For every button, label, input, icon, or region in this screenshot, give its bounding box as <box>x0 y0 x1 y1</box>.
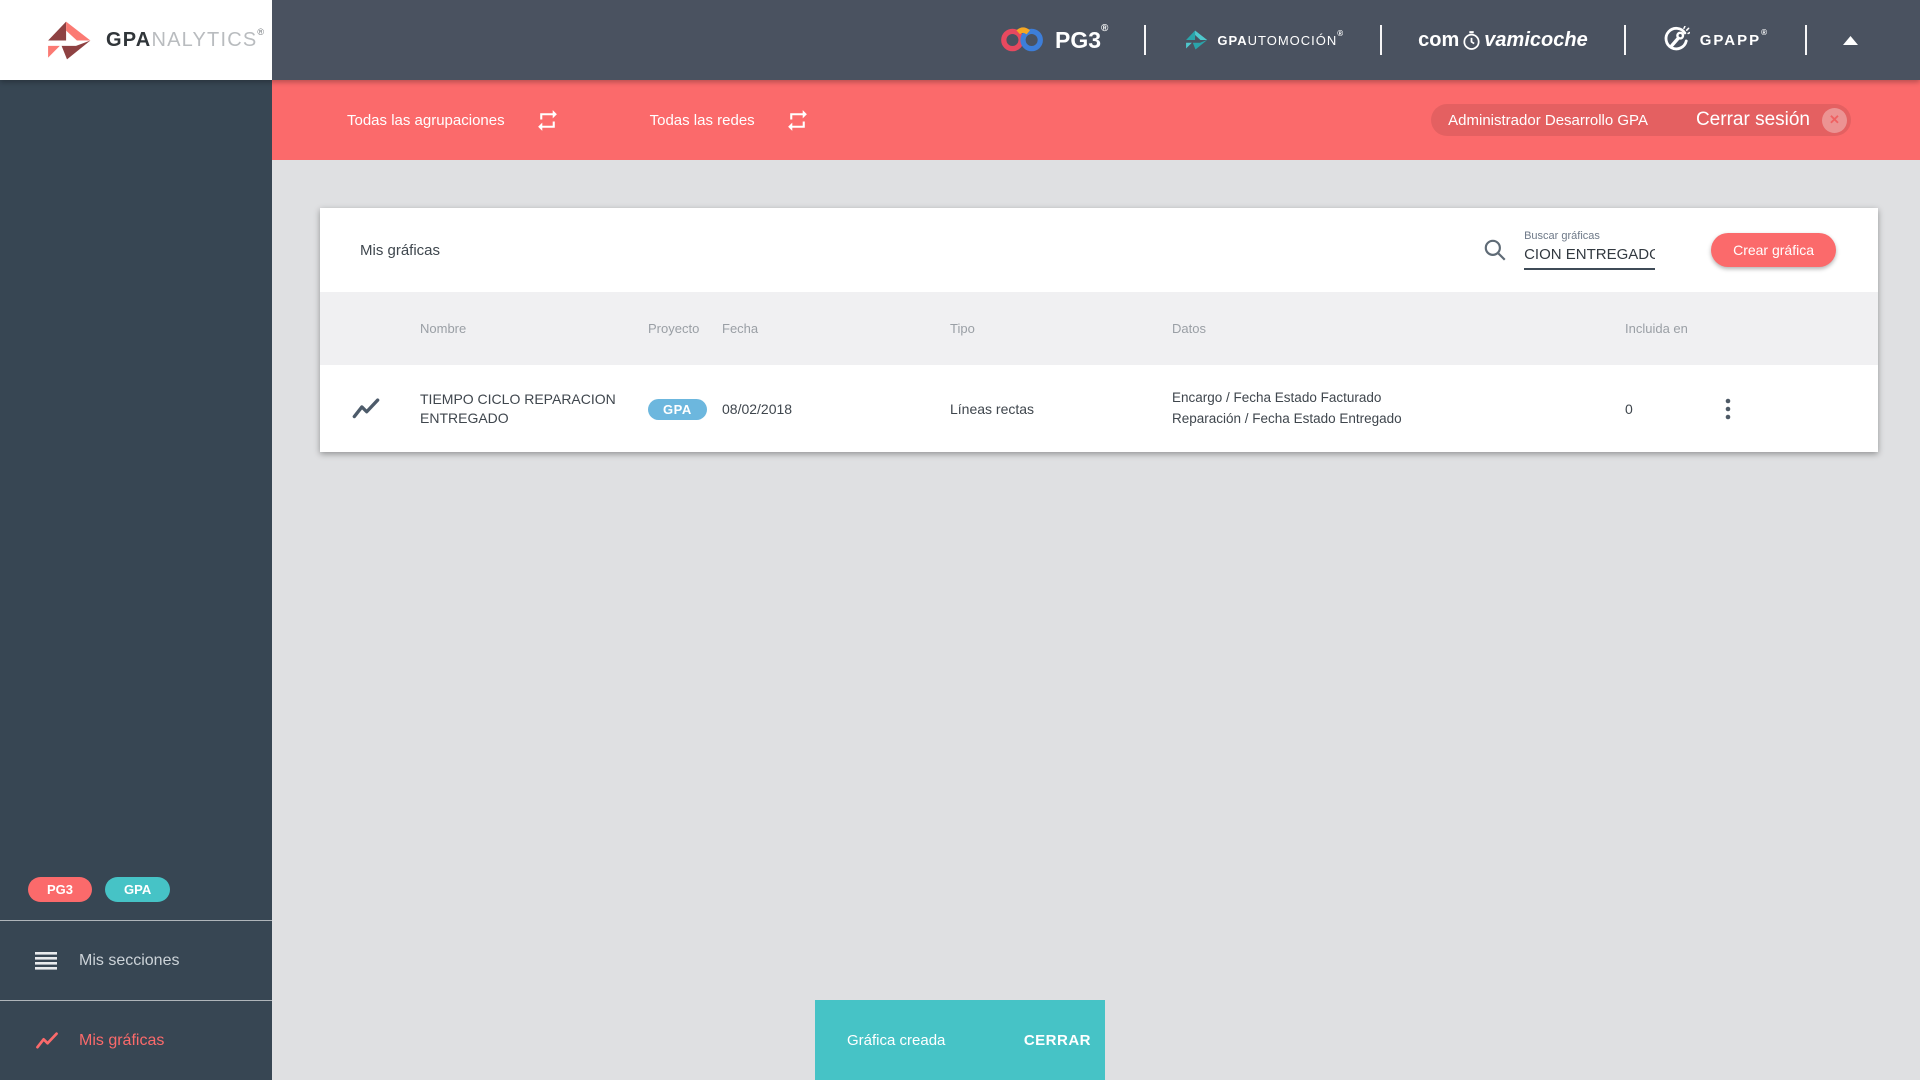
gpautomocion-logo-text: GPAUTOMOCIÓN® <box>1217 28 1345 48</box>
column-header-incluida-en: Incluida en <box>1625 321 1688 336</box>
column-header-fecha: Fecha <box>722 321 759 336</box>
pg3-infinity-icon <box>1001 27 1043 52</box>
cell-datos: Encargo / Fecha Estado Facturado Reparac… <box>1172 388 1621 429</box>
graficas-card: Mis gráficas Buscar gráficas CION ENTREG… <box>320 208 1878 452</box>
clock-icon <box>1461 30 1482 51</box>
gpautomocion-logo-icon <box>1186 30 1208 50</box>
sidebar-badges: PG3 GPA <box>0 877 272 920</box>
search-field-label: Buscar gráficas <box>1524 230 1600 242</box>
toast-snackbar: Gráfica creada CERRAR <box>815 1000 1105 1080</box>
datos-line: Reparación / Fecha Estado Entregado <box>1172 410 1402 426</box>
cell-fecha: 08/02/2018 <box>722 400 793 417</box>
table-row[interactable]: TIEMPO CICLO REPARACION ENTREGADO GPA 08… <box>320 365 1878 452</box>
topbar-app-logos: PG3® GPAUTOMOCIÓN® com vamicoche GPAPP® <box>999 0 1858 80</box>
collapse-header-button[interactable] <box>1843 35 1858 45</box>
line-chart-icon <box>35 1031 59 1050</box>
header-divider <box>1144 25 1147 55</box>
column-header-datos: Datos <box>1172 321 1206 336</box>
swap-redes-button[interactable] <box>785 108 810 133</box>
table-header-row: Nombre Proyecto Fecha Tipo Datos Incluid… <box>320 292 1878 365</box>
header-divider <box>1805 25 1807 55</box>
search-input[interactable]: CION ENTREGADO <box>1524 246 1655 263</box>
toast-close-button[interactable]: CERRAR <box>1024 1032 1091 1049</box>
gpanalytics-logo-icon <box>48 21 91 59</box>
toast-message: Gráfica creada <box>847 1031 946 1049</box>
cell-proyecto: GPA <box>648 398 722 420</box>
cell-nombre: TIEMPO CICLO REPARACION ENTREGADO <box>420 390 616 426</box>
sidebar-bottom: PG3 GPA Mis secciones Mis gráficas <box>0 877 272 1080</box>
sidebar-item-label: Mis secciones <box>79 951 180 969</box>
pg3-logo-text: PG3® <box>1054 22 1109 53</box>
gpautomocion-logo[interactable]: GPAUTOMOCIÓN® <box>1182 28 1344 52</box>
sidebar: PG3 GPA Mis secciones Mis gráficas <box>0 80 272 1080</box>
user-name: Administrador Desarrollo GPA <box>1448 111 1648 129</box>
chevron-up-icon <box>1843 35 1858 45</box>
filter-bar: Todas las agrupaciones Todas las redes A… <box>272 80 1920 160</box>
comovamicoche-logo[interactable]: com vamicoche <box>1418 29 1588 52</box>
gpanalytics-logo-text: GPANALYTICS® <box>106 26 266 51</box>
menu-lines-icon <box>35 951 59 970</box>
sidebar-item-label: Mis gráficas <box>79 1031 165 1049</box>
more-vert-icon <box>1725 398 1731 419</box>
sidebar-item-mis-secciones[interactable]: Mis secciones <box>0 920 272 1000</box>
cell-incluida-en: 0 <box>1625 400 1633 417</box>
repeat-icon <box>787 109 807 131</box>
redes-filter-label: Todas las redes <box>649 111 755 129</box>
pg3-logo[interactable]: PG3® <box>999 22 1109 55</box>
project-badge: GPA <box>648 398 707 420</box>
logout-button[interactable]: Cerrar sesión <box>1696 109 1810 131</box>
create-chart-button[interactable]: Crear gráfica <box>1711 233 1836 267</box>
search-icon[interactable] <box>1482 237 1508 263</box>
top-header: GPANALYTICS® PG3® GPAUTOMOCIÓN® com vami… <box>0 0 1920 80</box>
cell-actions <box>1721 393 1878 425</box>
badge-gpa[interactable]: GPA <box>105 877 171 902</box>
column-header-nombre: Nombre <box>420 321 467 336</box>
search-field: Buscar gráficas CION ENTREGADO <box>1524 230 1656 270</box>
row-chart-type-icon <box>320 397 420 420</box>
sidebar-item-mis-graficas[interactable]: Mis gráficas <box>0 1000 272 1080</box>
gpapp-logo[interactable]: GPAPP® <box>1662 26 1769 54</box>
main-content: Mis gráficas Buscar gráficas CION ENTREG… <box>272 160 1920 1080</box>
swap-agrupaciones-button[interactable] <box>535 108 560 133</box>
column-header-tipo: Tipo <box>950 321 975 336</box>
column-header-proyecto: Proyecto <box>648 321 700 336</box>
card-header: Mis gráficas Buscar gráficas CION ENTREG… <box>320 208 1878 292</box>
badge-pg3[interactable]: PG3 <box>28 877 93 902</box>
gpapp-wrench-icon <box>1664 26 1690 51</box>
agrupaciones-filter-label: Todas las agrupaciones <box>347 111 505 129</box>
gpanalytics-brand[interactable]: GPANALYTICS® <box>0 0 272 80</box>
logout-close-icon[interactable]: ✕ <box>1822 107 1847 133</box>
cell-tipo: Líneas rectas <box>950 400 1035 417</box>
comovamicoche-logo-text: com vamicoche <box>1418 28 1588 51</box>
header-divider <box>1623 25 1626 55</box>
page-title: Mis gráficas <box>360 241 441 259</box>
line-chart-icon <box>352 397 380 418</box>
header-divider <box>1380 25 1383 55</box>
user-session-pill: Administrador Desarrollo GPA Cerrar sesi… <box>1431 104 1851 136</box>
datos-line: Encargo / Fecha Estado Facturado <box>1172 390 1382 406</box>
row-menu-button[interactable] <box>1721 393 1735 425</box>
gpapp-logo-text: GPAPP® <box>1699 27 1769 49</box>
repeat-icon <box>537 109 557 131</box>
